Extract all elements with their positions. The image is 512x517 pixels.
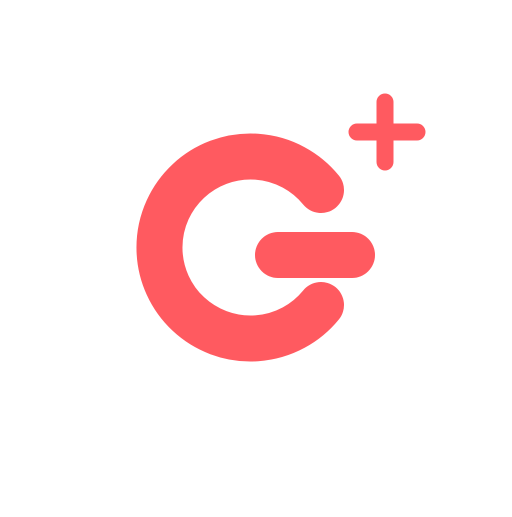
app-logo-canvas [0,0,512,512]
g-plus-logo-icon [136,93,426,362]
